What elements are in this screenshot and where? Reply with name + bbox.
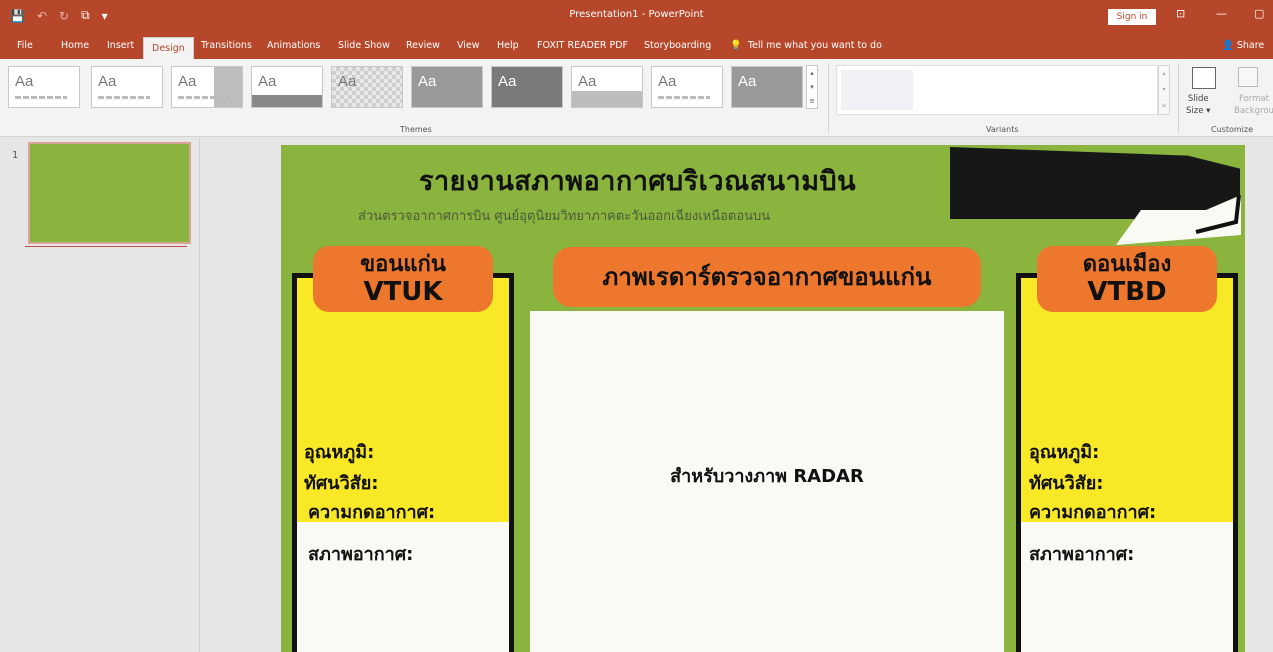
theme-5[interactable]: Aa <box>331 66 403 108</box>
tab-insert[interactable]: Insert <box>107 34 134 59</box>
tab-view[interactable]: View <box>457 34 480 59</box>
format-bg-label-1: Format <box>1238 94 1269 104</box>
temp-label-left: อุณหภูมิ: <box>304 442 375 463</box>
tab-storyboarding[interactable]: Storyboarding <box>644 34 711 59</box>
tab-help[interactable]: Help <box>497 34 519 59</box>
themes-gallery-scroll[interactable]: ▴ ▾ ≡ <box>806 65 818 109</box>
ribbon-tabs: File Home Insert Design Transitions Anim… <box>0 34 1273 59</box>
weather-label-right: สภาพอากาศ: <box>1029 544 1135 565</box>
lightbulb-icon: 💡 <box>730 40 742 51</box>
design-ribbon: Aa Aa Aa Aa Aa Aa Aa Aa Aa Aa ▴ ▾ ≡ Themes… <box>0 59 1273 137</box>
share-label: Share <box>1236 40 1265 51</box>
tell-me-search[interactable]: 💡 Tell me what you want to do <box>730 40 882 51</box>
theme-9[interactable]: Aa <box>651 66 723 108</box>
group-separator <box>1178 63 1179 133</box>
format-background-icon[interactable] <box>1238 67 1258 87</box>
powerpoint-window: 💾 ↶ ↻ ⧉ ▾ Presentation1 - PowerPoint Sig… <box>0 0 1273 652</box>
station-label-right: ดอนเมือง VTBD <box>1037 246 1217 312</box>
slide-thumbnail-panel: 1 <box>0 138 200 652</box>
tab-review[interactable]: Review <box>406 34 440 59</box>
temp-label-right: อุณหภูมิ: <box>1029 442 1100 463</box>
slide-size-label-2: Size ▾ <box>1186 106 1211 116</box>
station-name-right: ดอนเมือง <box>1082 252 1172 277</box>
slide-subtitle: ส่วนตรวจอากาศการบิน ศูนย์อุตุนิยมวิทยาภา… <box>358 209 771 224</box>
variants-group-label: Variants <box>986 125 1019 134</box>
tell-me-text: Tell me what you want to do <box>747 40 882 51</box>
format-background-button[interactable]: Format Backgrou <box>1234 93 1273 117</box>
logo-accent <box>1116 194 1241 245</box>
slide-thumbnail-1[interactable] <box>28 142 191 244</box>
theme-4[interactable]: Aa <box>251 66 323 108</box>
themes-group-label: Themes <box>400 125 432 134</box>
theme-2[interactable]: Aa <box>91 66 163 108</box>
share-button[interactable]: 👤 Share <box>1222 40 1264 51</box>
slide-size-label-1: Slide <box>1187 94 1209 104</box>
weather-label-left: สภาพอากาศ: <box>308 544 414 565</box>
radar-placeholder-text: สำหรับวางภาพ RADAR <box>670 466 864 487</box>
station-code-right: VTBD <box>1087 277 1167 307</box>
station-code-left: VTUK <box>363 277 443 307</box>
ribbon-display-options-icon[interactable]: ⊡ <box>1176 7 1185 20</box>
theme-7[interactable]: Aa <box>491 66 563 108</box>
tab-animations[interactable]: Animations <box>267 34 320 59</box>
theme-6[interactable]: Aa <box>411 66 483 108</box>
customize-group-label: Customize <box>1211 125 1253 134</box>
group-separator <box>828 63 829 133</box>
sign-in-button[interactable]: Sign in <box>1108 9 1156 25</box>
window-title: Presentation1 - PowerPoint <box>569 9 704 20</box>
theme-office[interactable]: Aa <box>8 66 80 108</box>
station-label-left: ขอนแก่น VTUK <box>313 246 493 312</box>
theme-8[interactable]: Aa <box>571 66 643 108</box>
theme-10[interactable]: Aa <box>731 66 803 108</box>
format-bg-label-2: Backgrou <box>1234 106 1273 116</box>
radar-image-placeholder[interactable]: สำหรับวางภาพ RADAR <box>530 311 1004 652</box>
person-icon: 👤 <box>1222 40 1234 51</box>
tab-design[interactable]: Design <box>143 37 194 59</box>
slide-canvas[interactable]: รายงานสภาพอากาศบริเวณสนามบิน ส่วนตรวจอาก… <box>281 145 1245 652</box>
tab-home[interactable]: Home <box>61 34 89 59</box>
tab-transitions[interactable]: Transitions <box>201 34 252 59</box>
variant-1[interactable] <box>841 70 913 110</box>
radar-title: ภาพเรดาร์ตรวจอากาศขอนแก่น <box>553 247 981 307</box>
visibility-label-right: ทัศนวิสัย: <box>1029 473 1104 494</box>
theme-3[interactable]: Aa <box>171 66 243 108</box>
slide-number: 1 <box>12 150 19 161</box>
tab-foxit-reader-pdf[interactable]: FOXIT READER PDF <box>537 34 628 59</box>
tab-slide-show[interactable]: Slide Show <box>338 34 390 59</box>
tab-file[interactable]: File <box>17 34 33 59</box>
station-name-left: ขอนแก่น <box>360 252 446 277</box>
minimize-icon[interactable]: — <box>1216 7 1227 20</box>
pressure-label-right: ความกดอากาศ: <box>1029 502 1157 523</box>
slide-title: รายงานสภาพอากาศบริเวณสนามบิน <box>419 166 857 197</box>
slide-size-icon[interactable] <box>1192 67 1216 89</box>
variants-gallery-scroll[interactable]: ▴ ▾ ≡ <box>1158 65 1170 115</box>
vertical-scrollbar[interactable] <box>1248 138 1273 652</box>
variants-gallery <box>836 65 1158 115</box>
visibility-label-left: ทัศนวิสัย: <box>304 473 379 494</box>
title-bar: 💾 ↶ ↻ ⧉ ▾ Presentation1 - PowerPoint Sig… <box>0 0 1273 34</box>
restore-icon[interactable]: ▢ <box>1254 7 1264 20</box>
pressure-label-left: ความกดอากาศ: <box>308 502 436 523</box>
slide-size-button[interactable]: Slide Size ▾ <box>1186 93 1210 117</box>
insertion-marker <box>25 246 187 247</box>
